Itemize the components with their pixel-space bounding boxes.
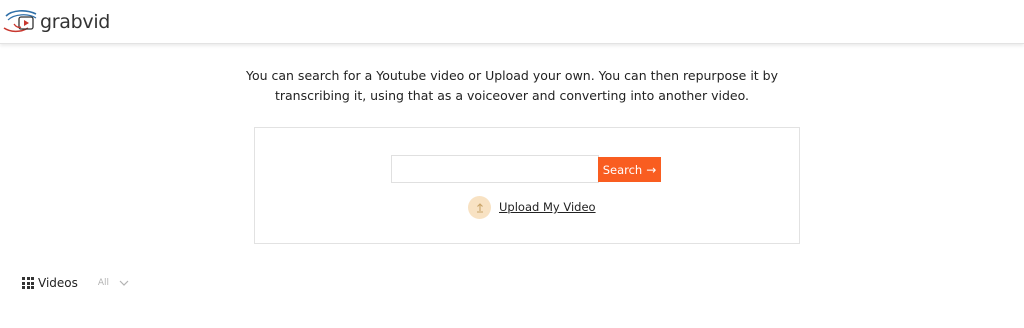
- logo-text: grabvid: [40, 11, 111, 33]
- logo[interactable]: grabvid: [2, 6, 110, 36]
- videos-filter-value: All: [97, 278, 110, 288]
- videos-label: Videos: [38, 276, 78, 290]
- intro-text: You can search for a Youtube video or Up…: [200, 66, 824, 106]
- grid-icon: [22, 277, 34, 289]
- search-card: Search → Upload My Video: [254, 127, 800, 244]
- intro-line-2: transcribing it, using that as a voiceov…: [274, 88, 750, 103]
- search-input[interactable]: [391, 155, 599, 183]
- app-header: grabvid: [0, 0, 1024, 44]
- intro-line-1: You can search for a Youtube video or Up…: [245, 68, 779, 83]
- logo-icon: [3, 10, 37, 33]
- chevron-down-icon: [119, 280, 129, 286]
- videos-bar: Videos All: [22, 274, 129, 292]
- videos-filter-select[interactable]: All: [98, 278, 129, 288]
- search-button-label: Search: [602, 162, 643, 177]
- upload-icon: [468, 195, 491, 219]
- upload-my-video-label: Upload My Video: [499, 200, 596, 214]
- search-button[interactable]: Search →: [598, 157, 661, 182]
- arrow-right-icon: →: [646, 162, 657, 177]
- upload-my-video-button[interactable]: Upload My Video: [468, 195, 596, 219]
